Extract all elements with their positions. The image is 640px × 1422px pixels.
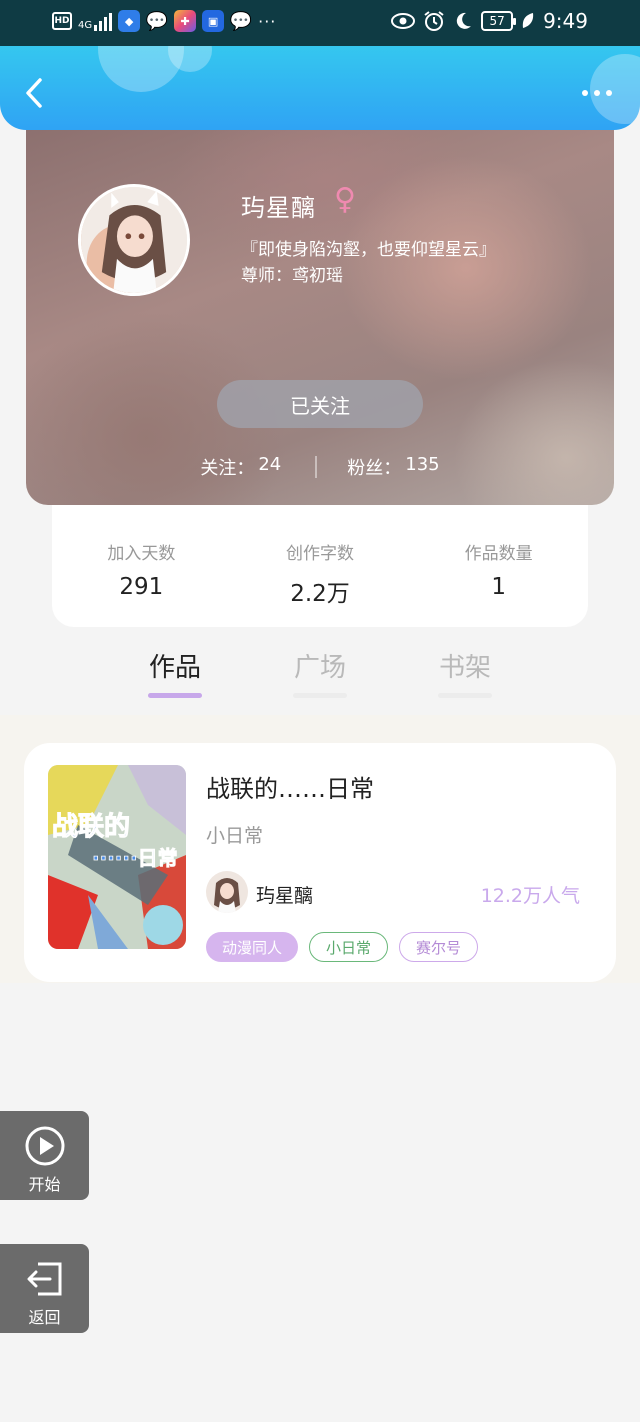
female-icon: ♀	[334, 182, 356, 217]
more-button[interactable]	[582, 90, 612, 96]
leaf-icon	[522, 13, 534, 28]
work-author: 玙星醨	[256, 885, 314, 907]
exit-icon	[27, 1262, 61, 1296]
author-avatar	[206, 871, 248, 913]
return-button[interactable]: 返回	[0, 1244, 89, 1333]
author-avatar-image	[206, 871, 248, 913]
following-label: 关注：	[200, 458, 255, 479]
back-button[interactable]	[22, 76, 48, 110]
moon-icon	[456, 12, 472, 29]
status-bar: HD 4G ◆ 💬 ✚ ▣ 💬 ··· 57 9:49	[0, 0, 640, 46]
chevron-left-icon	[26, 78, 42, 108]
profile-header: 玙星醨 ♀ 『即使身陷沟壑，也要仰望星云』 尊师：鸢初瑶 已关注 关注： 24 …	[26, 118, 614, 505]
work-tags: 动漫同人 小日常 赛尔号	[206, 932, 479, 962]
more-dot-icon	[582, 90, 588, 96]
tab-underline	[293, 693, 347, 698]
fans-label: 粉丝：	[347, 458, 402, 479]
status-bar-right: 57 9:49	[391, 9, 588, 33]
stat-join-days: 加入天数 291	[52, 505, 231, 627]
tab-square[interactable]: 广场	[280, 647, 360, 684]
tab-underline	[438, 693, 492, 698]
creator-stats-card: 加入天数 291 创作字数 2.2万 作品数量 1	[52, 505, 588, 627]
tag-daily[interactable]: 小日常	[309, 932, 389, 962]
start-button[interactable]: 开始	[0, 1111, 89, 1200]
stat-label: 加入天数	[107, 544, 176, 564]
tag-seer[interactable]: 赛尔号	[399, 932, 479, 962]
fans-count: 135	[405, 454, 440, 475]
wechat-icon-2: 💬	[229, 10, 253, 32]
tab-bookshelf[interactable]: 书架	[425, 647, 505, 684]
work-title: 战联的……日常	[206, 775, 374, 803]
svg-text:战联的: 战联的	[52, 811, 130, 842]
profile-name: 玙星醨	[241, 194, 316, 222]
svg-text:······日常: ······日常	[92, 846, 178, 870]
work-popularity: 12.2万人气	[480, 885, 580, 907]
divider	[315, 456, 318, 478]
work-subtitle: 小日常	[206, 825, 264, 847]
eye-icon	[391, 13, 416, 29]
follow-button[interactable]: 已关注	[217, 380, 423, 428]
alarm-icon	[424, 11, 444, 31]
battery-icon: 57	[481, 11, 517, 31]
following-count: 24	[258, 454, 282, 475]
more-dot-icon	[594, 90, 600, 96]
tab-works[interactable]: 作品	[135, 647, 215, 684]
stat-value: 2.2万	[290, 581, 350, 607]
stat-label: 作品数量	[464, 544, 533, 564]
profile-motto: 『即使身陷沟壑，也要仰望星云』	[241, 240, 496, 260]
stat-value: 1	[491, 574, 506, 600]
stat-word-count: 创作字数 2.2万	[231, 505, 410, 627]
gallery-app-icon: ✚	[174, 10, 197, 32]
more-notifications-icon: ···	[258, 11, 277, 31]
clock: 9:49	[543, 9, 588, 33]
tab-bar: 作品 广场 书架	[0, 627, 640, 715]
work-card[interactable]: 战联的 ······日常 战联的……日常 小日常 玙星醨 12.2万人气 动漫同…	[24, 743, 616, 982]
car-app-icon: ▣	[202, 10, 225, 32]
play-circle-icon	[25, 1126, 64, 1166]
following-stat[interactable]: 关注： 24	[200, 454, 281, 480]
start-label: 开始	[28, 1175, 61, 1194]
avatar[interactable]	[78, 184, 190, 296]
signal-icon: 4G	[78, 11, 113, 31]
network-label: 4G	[78, 20, 93, 31]
stat-work-count: 作品数量 1	[409, 505, 588, 627]
stat-label: 创作字数	[286, 544, 354, 564]
return-label: 返回	[28, 1308, 61, 1327]
top-nav-bar	[0, 46, 640, 130]
book-cover[interactable]: 战联的 ······日常	[48, 765, 186, 949]
decor-bubble	[590, 54, 640, 124]
more-dot-icon	[606, 90, 612, 96]
stat-value: 291	[119, 574, 164, 600]
profile-teacher: 尊师：鸢初瑶	[241, 266, 343, 286]
shield-app-icon: ◆	[118, 10, 141, 32]
status-bar-left: HD 4G ◆ 💬 ✚ ▣ 💬 ···	[52, 10, 276, 32]
book-cover-image: 战联的 ······日常	[48, 765, 186, 949]
avatar-image	[81, 187, 187, 293]
tag-anime-fanfic[interactable]: 动漫同人	[206, 932, 299, 962]
fans-stat[interactable]: 粉丝： 135	[347, 454, 439, 480]
tab-underline-active	[148, 693, 202, 698]
follow-stats: 关注： 24 粉丝： 135	[26, 454, 614, 480]
hd-badge: HD	[52, 12, 72, 30]
wechat-icon: 💬	[145, 10, 169, 32]
